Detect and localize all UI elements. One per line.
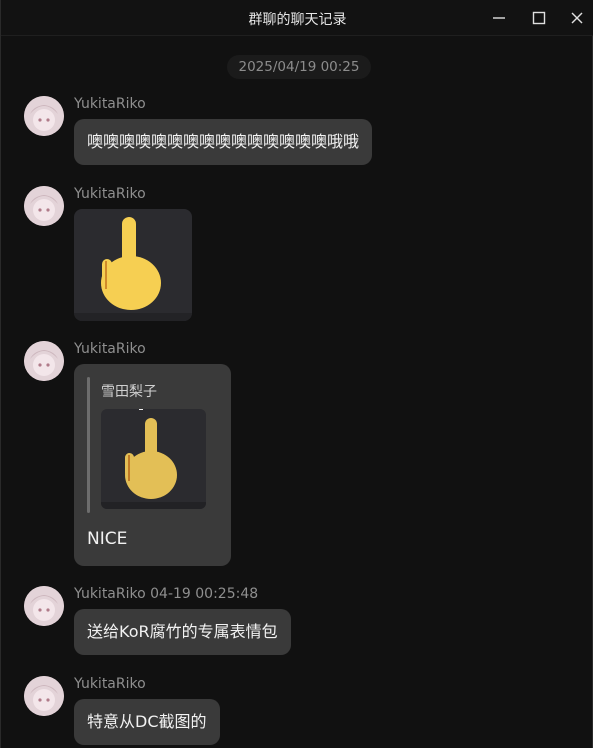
- date-divider: 2025/04/19 00:25: [227, 55, 371, 79]
- chat-history-window: 群聊的聊天记录 2025/04/19 00:25 YukitaRiko 噢噢噢噢…: [0, 0, 593, 748]
- sender-name: YukitaRiko: [74, 676, 146, 692]
- message-bubble[interactable]: 送给KoR腐竹的专属表情包: [74, 609, 291, 655]
- quoted-image[interactable]: [101, 409, 206, 509]
- sender-name: YukitaRiko 04-19 00:25:48: [74, 586, 259, 602]
- middle-finger-emoji-icon: [101, 217, 161, 310]
- title-bar: 群聊的聊天记录: [1, 0, 593, 36]
- maximize-icon[interactable]: [530, 9, 548, 27]
- sender-name: YukitaRiko: [74, 96, 146, 112]
- avatar[interactable]: [24, 676, 64, 716]
- sender-name: YukitaRiko: [74, 341, 146, 357]
- quote-author: 雪田梨子: [101, 384, 157, 400]
- close-icon[interactable]: [568, 9, 586, 27]
- avatar[interactable]: [24, 341, 64, 381]
- avatar[interactable]: [24, 186, 64, 226]
- message-bubble[interactable]: 特意从DC截图的: [74, 699, 220, 745]
- avatar[interactable]: [24, 586, 64, 626]
- message-bubble[interactable]: 噢噢噢噢噢噢噢噢噢噢噢噢噢噢噢哦哦: [74, 119, 373, 165]
- quote-bar: [87, 377, 90, 513]
- minimize-icon[interactable]: [490, 9, 508, 27]
- sender-name: YukitaRiko: [74, 186, 146, 202]
- avatar[interactable]: [24, 96, 64, 136]
- middle-finger-emoji-icon: [125, 409, 177, 499]
- reply-message-bubble[interactable]: 雪田梨子 NICE: [74, 364, 231, 566]
- message-text: NICE: [87, 529, 128, 549]
- image-message[interactable]: [74, 209, 192, 321]
